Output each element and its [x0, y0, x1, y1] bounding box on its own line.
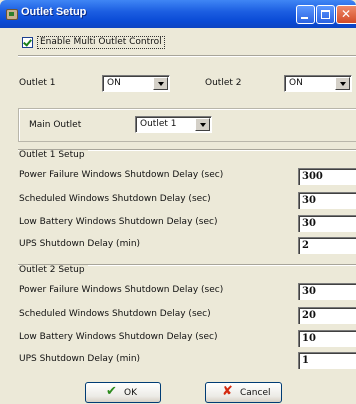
- low-battery-delay-input-1[interactable]: 30: [298, 215, 356, 232]
- main-outlet-label: Main Outlet: [29, 120, 82, 130]
- power-failure-delay-input-1[interactable]: 300: [298, 168, 356, 185]
- low-battery-delay-input-2[interactable]: 10: [298, 330, 356, 347]
- outlet-1-select[interactable]: ON: [102, 75, 170, 92]
- main-outlet-select[interactable]: Outlet 1: [135, 116, 212, 133]
- check-icon: ✔: [106, 384, 117, 399]
- outlet-2-label: Outlet 2: [205, 78, 242, 88]
- row-label: Power Failure Windows Shutdown Delay (se…: [19, 170, 224, 180]
- multi-outlet-label: Enable Multi Outlet Control: [37, 36, 165, 49]
- close-button[interactable]: [336, 5, 356, 24]
- ups-shutdown-delay-input-1[interactable]: 2: [298, 237, 356, 254]
- chevron-down-icon[interactable]: [153, 77, 168, 90]
- window-title: Outlet Setup: [21, 6, 87, 18]
- power-failure-delay-input-2[interactable]: 30: [298, 283, 356, 300]
- scheduled-shutdown-delay-input-1[interactable]: 30: [298, 192, 356, 209]
- outlet-2-select[interactable]: ON: [284, 75, 352, 92]
- group-title-outlet-2: Outlet 2 Setup: [19, 265, 88, 275]
- outlet-setup-window: Outlet Setup Enable Multi Outlet Control…: [0, 0, 356, 404]
- divider: [18, 55, 356, 57]
- group-title-outlet-1: Outlet 1 Setup: [19, 150, 88, 160]
- row-label: Scheduled Windows Shutdown Delay (sec): [19, 194, 211, 204]
- chevron-down-icon[interactable]: [335, 77, 350, 90]
- ok-button[interactable]: ✔ OK: [85, 382, 161, 403]
- x-icon: ✘: [222, 384, 233, 399]
- row-label: Low Battery Windows Shutdown Delay (sec): [19, 217, 218, 227]
- row-label: Scheduled Windows Shutdown Delay (sec): [19, 309, 211, 319]
- scheduled-shutdown-delay-input-2[interactable]: 20: [298, 307, 356, 324]
- cancel-button[interactable]: ✘ Cancel: [205, 382, 282, 403]
- row-label: Low Battery Windows Shutdown Delay (sec): [19, 332, 218, 342]
- row-label: UPS Shutdown Delay (min): [19, 239, 141, 249]
- chevron-down-icon[interactable]: [195, 118, 210, 131]
- app-icon: [6, 9, 18, 20]
- outlet-1-label: Outlet 1: [19, 78, 56, 88]
- minimize-button[interactable]: [296, 5, 315, 24]
- maximize-button[interactable]: [316, 5, 335, 24]
- ups-shutdown-delay-input-2[interactable]: 1: [298, 352, 356, 369]
- multi-outlet-checkbox[interactable]: [22, 37, 33, 48]
- title-bar[interactable]: Outlet Setup: [0, 0, 356, 28]
- row-label: UPS Shutdown Delay (min): [19, 354, 141, 364]
- row-label: Power Failure Windows Shutdown Delay (se…: [19, 285, 224, 295]
